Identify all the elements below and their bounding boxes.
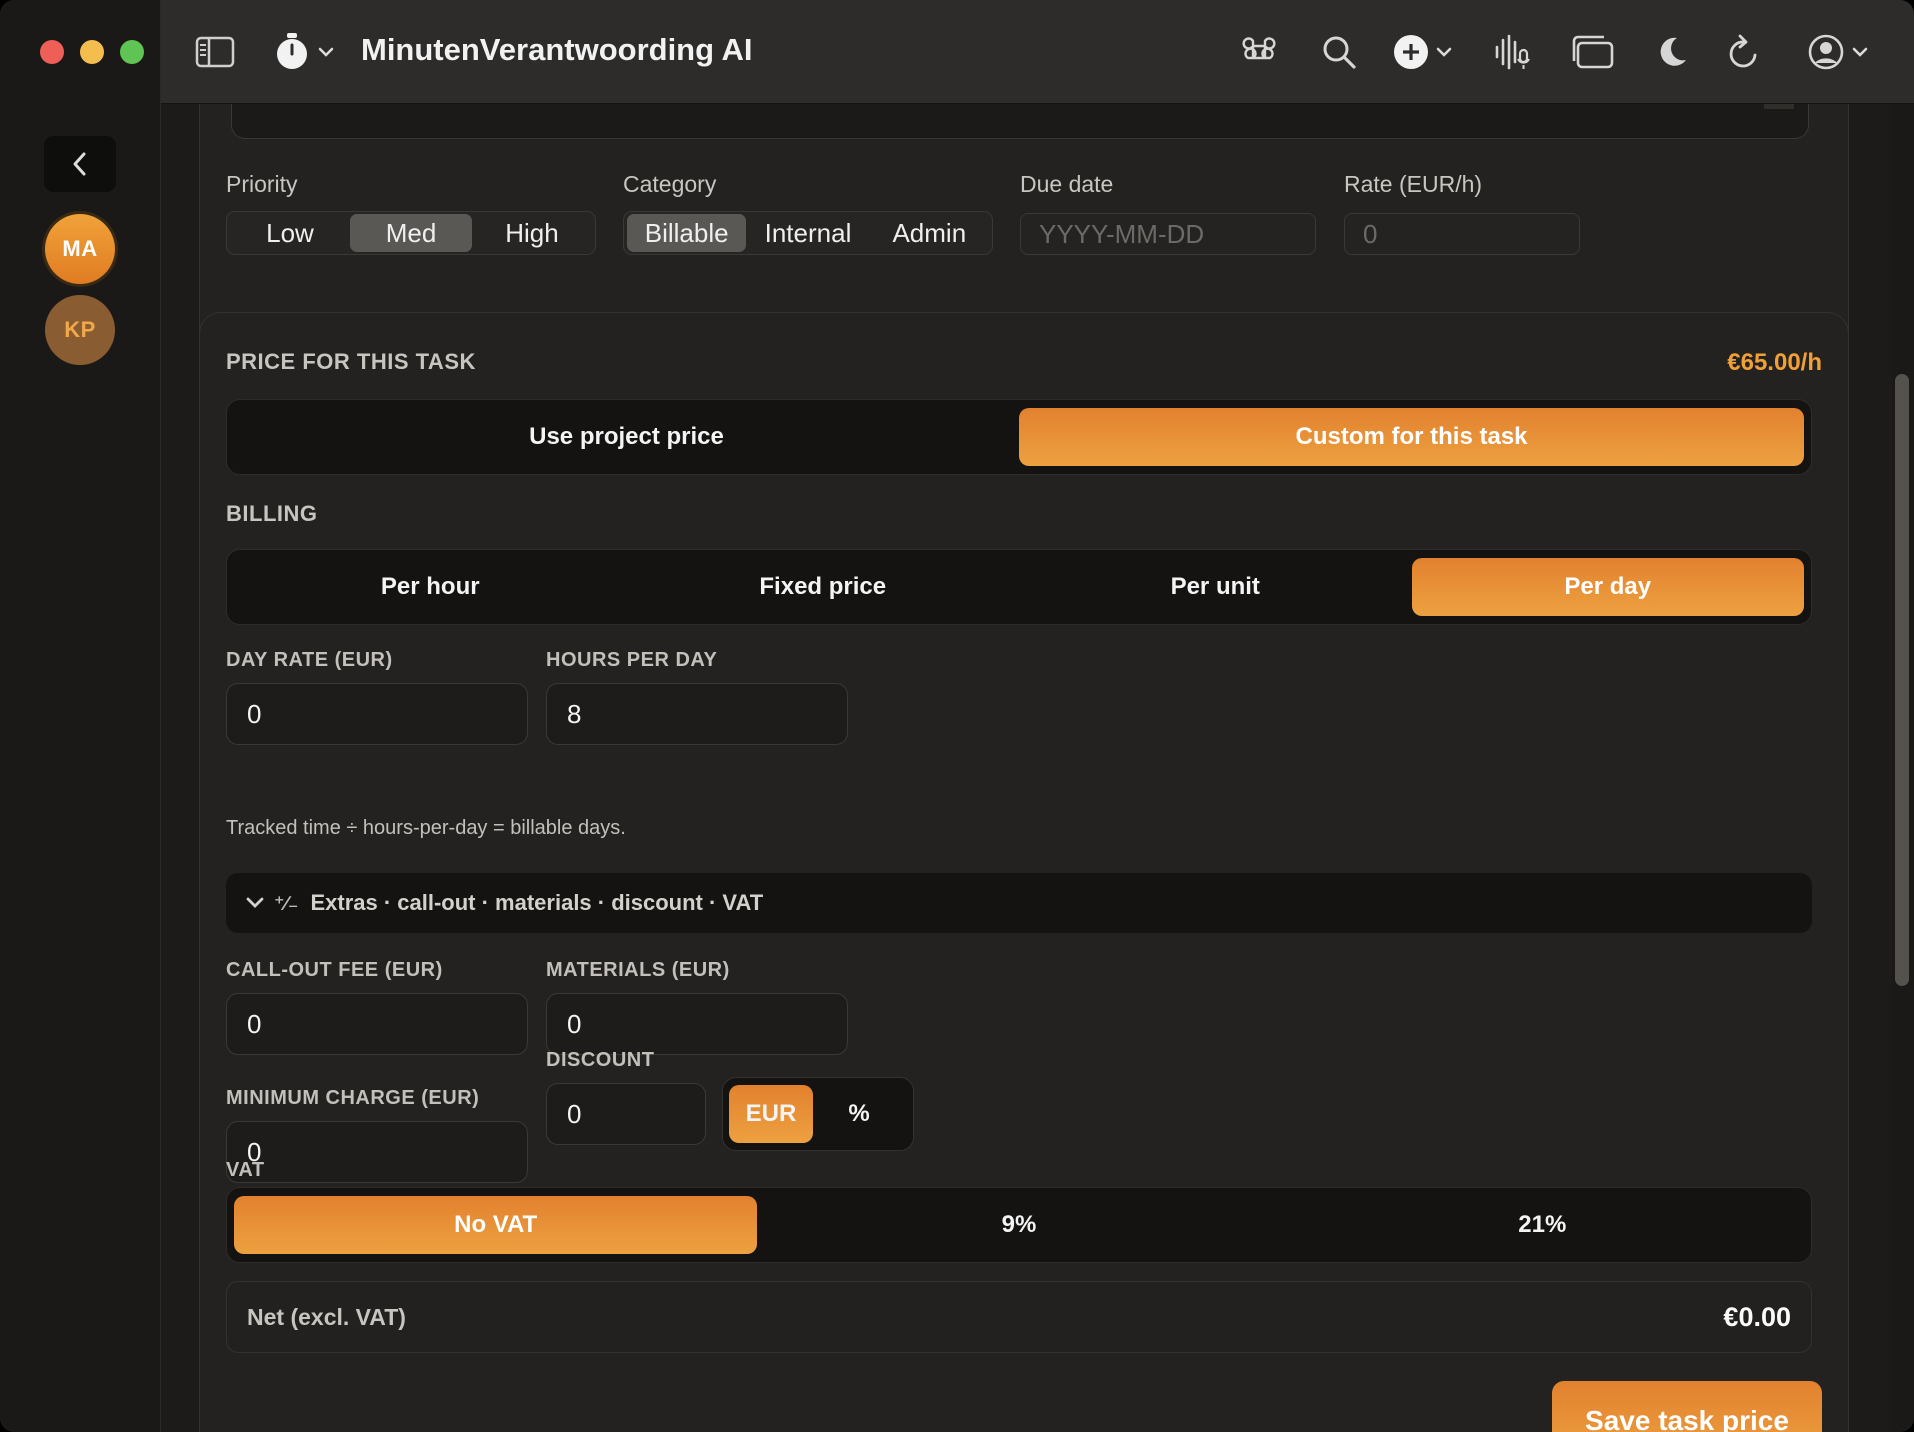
billing-segmented: Per hour Fixed price Per unit Per day xyxy=(226,549,1812,625)
billing-per-unit[interactable]: Per unit xyxy=(1019,558,1412,616)
discount-unit-toggle: EUR % xyxy=(722,1077,914,1151)
notes-textarea[interactable] xyxy=(231,104,1809,139)
hours-per-day-label: HOURS PER DAY xyxy=(546,649,718,671)
rate-input[interactable]: 0 xyxy=(1344,213,1580,255)
priority-segmented: Low Med High xyxy=(226,211,596,255)
day-rate-input[interactable]: 0 xyxy=(226,683,528,745)
extras-disclosure[interactable]: ⁺∕₋ Extras · call-out · materials · disc… xyxy=(226,873,1812,933)
billing-fixed-price[interactable]: Fixed price xyxy=(627,558,1020,616)
textarea-scrollbar[interactable] xyxy=(1764,104,1794,109)
avatar-kp[interactable]: KP xyxy=(45,295,115,365)
discount-unit-percent[interactable]: % xyxy=(817,1085,901,1143)
vat-9[interactable]: 9% xyxy=(757,1196,1280,1254)
timer-menu-button[interactable] xyxy=(273,30,335,74)
net-total-row: Net (excl. VAT) €0.00 xyxy=(226,1281,1812,1353)
materials-input[interactable]: 0 xyxy=(546,993,848,1055)
sidebar-toggle-button[interactable] xyxy=(195,30,235,74)
title-bar: MinutenVerantwoording AI xyxy=(161,0,1914,104)
app-title: MinutenVerantwoording AI xyxy=(361,32,753,67)
window-icon xyxy=(1572,35,1614,69)
app-window: MA KP MinutenVerantwoording AI Priority … xyxy=(0,0,1914,1432)
minimum-charge-input[interactable]: 0 xyxy=(226,1121,528,1183)
price-source-segmented: Use project price Custom for this task xyxy=(226,399,1812,475)
priority-low[interactable]: Low xyxy=(230,214,350,252)
voice-button[interactable] xyxy=(1493,30,1533,74)
discount-unit-eur[interactable]: EUR xyxy=(729,1085,813,1143)
chevron-down-icon xyxy=(1436,47,1452,57)
category-label: Category xyxy=(623,171,717,197)
price-card: PRICE FOR THIS TASK €65.00/h Use project… xyxy=(199,312,1849,1432)
command-icon xyxy=(1242,37,1276,60)
refresh-button[interactable] xyxy=(1727,30,1761,74)
chevron-down-icon xyxy=(1852,47,1868,57)
due-date-label: Due date xyxy=(1020,171,1114,197)
vat-21[interactable]: 21% xyxy=(1281,1196,1804,1254)
net-value: €0.00 xyxy=(1723,1301,1791,1332)
chevron-down-icon xyxy=(246,897,264,908)
category-billable[interactable]: Billable xyxy=(627,214,747,252)
account-menu-button[interactable] xyxy=(1807,30,1869,74)
call-out-fee-input[interactable]: 0 xyxy=(226,993,528,1055)
materials-label: MATERIALS (EUR) xyxy=(546,959,730,981)
custom-task-price-option[interactable]: Custom for this task xyxy=(1019,408,1804,466)
search-button[interactable] xyxy=(1321,30,1357,74)
net-label: Net (excl. VAT) xyxy=(247,1303,406,1330)
effective-rate: €65.00/h xyxy=(1727,349,1822,376)
scrollbar-track[interactable] xyxy=(1892,104,1914,1432)
billing-per-hour[interactable]: Per hour xyxy=(234,558,627,616)
extras-label: Extras · call-out · materials · discount… xyxy=(310,890,764,915)
use-project-price-option[interactable]: Use project price xyxy=(234,408,1019,466)
priority-high[interactable]: High xyxy=(472,214,592,252)
category-segmented: Billable Internal Admin xyxy=(623,211,993,255)
user-circle-icon xyxy=(1808,34,1844,70)
search-icon xyxy=(1323,36,1356,69)
price-heading: PRICE FOR THIS TASK xyxy=(226,349,476,374)
moon-icon xyxy=(1660,37,1686,66)
scrollbar-thumb[interactable] xyxy=(1895,374,1909,986)
discount-label: DISCOUNT xyxy=(546,1049,655,1071)
back-button[interactable] xyxy=(44,136,116,192)
vat-segmented: No VAT 9% 21% xyxy=(226,1187,1812,1263)
category-internal[interactable]: Internal xyxy=(746,214,869,252)
theme-toggle-button[interactable] xyxy=(1653,30,1689,74)
voice-icon xyxy=(1495,34,1530,70)
add-menu-button[interactable] xyxy=(1393,30,1453,74)
command-palette-button[interactable] xyxy=(1241,30,1277,74)
hours-per-day-input[interactable]: 8 xyxy=(546,683,848,745)
refresh-icon xyxy=(1729,34,1757,68)
billing-heading: BILLING xyxy=(226,501,318,526)
discount-input[interactable]: 0 xyxy=(546,1083,706,1145)
left-rail: MA KP xyxy=(0,0,161,1432)
main-content: Priority Low Med High Category Billable … xyxy=(161,104,1914,1432)
zoom-window-button[interactable] xyxy=(120,40,144,64)
minimize-window-button[interactable] xyxy=(80,40,104,64)
priority-med[interactable]: Med xyxy=(350,214,472,252)
vat-heading: VAT xyxy=(226,1159,265,1181)
stopwatch-icon xyxy=(277,33,307,69)
close-window-button[interactable] xyxy=(40,40,64,64)
rate-label: Rate (EUR/h) xyxy=(1344,171,1483,197)
percent-icon: ⁺∕₋ xyxy=(274,892,299,915)
billing-per-day[interactable]: Per day xyxy=(1411,558,1804,616)
vat-none[interactable]: No VAT xyxy=(234,1196,758,1254)
category-admin[interactable]: Admin xyxy=(870,214,989,252)
chevron-down-icon xyxy=(318,47,334,57)
avatar-ma[interactable]: MA xyxy=(45,214,115,284)
billing-hint: Tracked time ÷ hours-per-day = billable … xyxy=(226,817,626,839)
day-rate-label: DAY RATE (EUR) xyxy=(226,649,393,671)
save-task-price-button[interactable]: Save task price xyxy=(1552,1381,1822,1432)
minimum-charge-label: MINIMUM CHARGE (EUR) xyxy=(226,1087,480,1109)
sidebar-toggle-icon xyxy=(195,36,235,68)
call-out-fee-label: CALL-OUT FEE (EUR) xyxy=(226,959,443,981)
chevron-left-icon xyxy=(73,152,86,176)
due-date-input[interactable]: YYYY-MM-DD xyxy=(1020,213,1316,255)
window-button[interactable] xyxy=(1571,30,1615,74)
add-circle-icon xyxy=(1394,35,1428,69)
priority-label: Priority xyxy=(226,171,298,197)
